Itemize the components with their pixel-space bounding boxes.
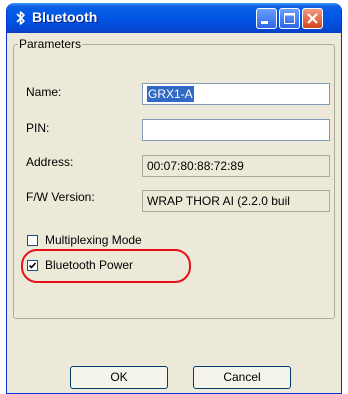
cancel-button[interactable]: Cancel xyxy=(193,366,291,389)
parameters-legend: Parameters xyxy=(19,37,82,51)
window-title: Bluetooth xyxy=(32,9,98,25)
name-value: GRX1-A xyxy=(147,86,194,102)
bluetooth-icon xyxy=(15,10,27,26)
close-icon xyxy=(307,13,318,24)
multiplexing-label[interactable]: Multiplexing Mode xyxy=(45,233,142,247)
name-label: Name: xyxy=(26,85,62,99)
address-label: Address: xyxy=(26,155,74,169)
maximize-icon xyxy=(284,13,295,24)
address-field: 00:07:80:88:72:89 xyxy=(142,155,330,177)
minimize-icon xyxy=(261,21,268,24)
title-bar[interactable]: Bluetooth xyxy=(7,3,341,33)
multiplexing-checkbox[interactable] xyxy=(27,235,38,246)
minimize-button[interactable] xyxy=(256,8,277,29)
fw-version-label: F/W Version: xyxy=(26,190,95,204)
close-button[interactable] xyxy=(302,8,323,29)
ok-button[interactable]: OK xyxy=(70,366,168,389)
highlight-circle xyxy=(21,249,191,283)
pin-field[interactable] xyxy=(142,119,330,141)
fw-version-field: WRAP THOR AI (2.2.0 buil xyxy=(142,190,330,212)
bluetooth-dialog: Bluetooth Parameters Name: GRX1-A PIN: A… xyxy=(6,3,342,394)
name-field[interactable]: GRX1-A xyxy=(142,83,330,105)
pin-label: PIN: xyxy=(26,121,50,135)
maximize-button[interactable] xyxy=(279,8,300,29)
